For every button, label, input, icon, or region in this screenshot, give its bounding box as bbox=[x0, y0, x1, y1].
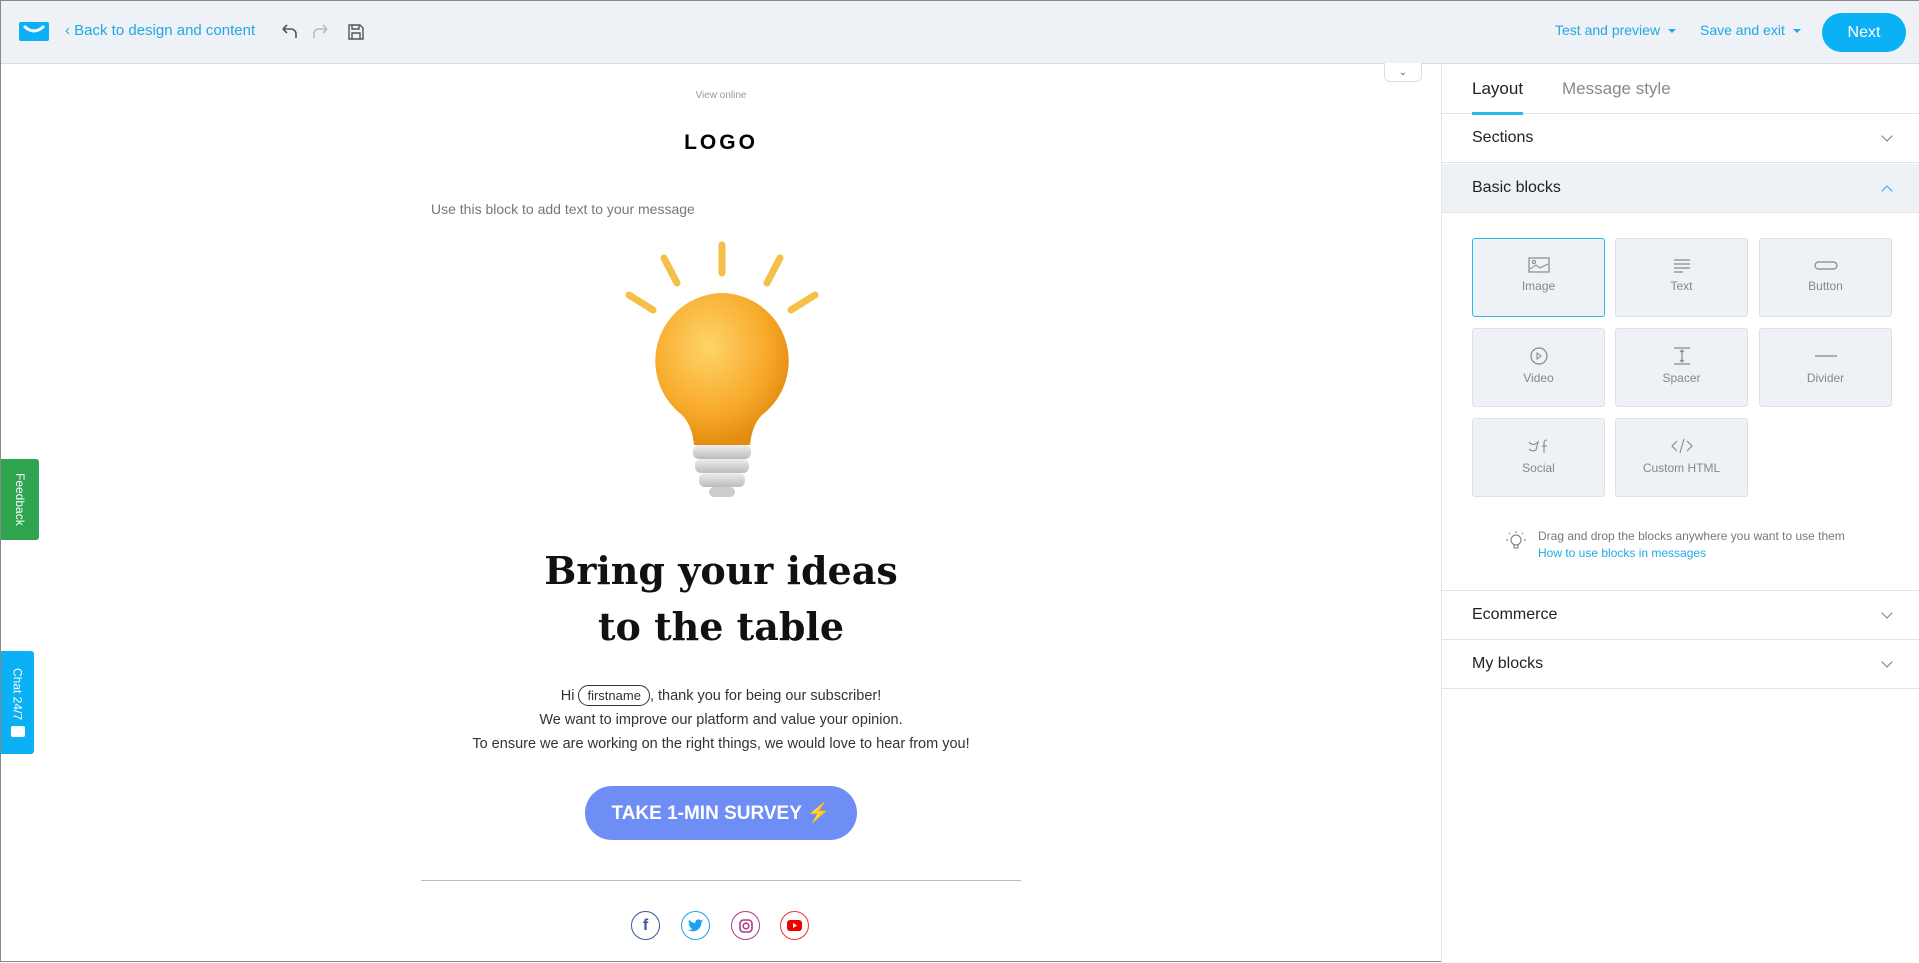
social-icon bbox=[1528, 439, 1547, 453]
block-social[interactable]: Social bbox=[1472, 418, 1605, 497]
block-spacer[interactable]: Spacer bbox=[1615, 328, 1748, 407]
undo-icon[interactable] bbox=[279, 22, 299, 42]
tab-message-style[interactable]: Message style bbox=[1562, 79, 1671, 99]
play-circle-icon bbox=[1529, 347, 1548, 365]
block-divider[interactable]: Divider bbox=[1759, 328, 1892, 407]
tab-layout[interactable]: Layout bbox=[1472, 79, 1524, 115]
blocks-tip: Drag and drop the blocks anywhere you wa… bbox=[1538, 529, 1845, 543]
spacer-icon bbox=[1673, 347, 1690, 365]
divider bbox=[421, 880, 1021, 881]
caret-down-icon bbox=[1792, 29, 1801, 34]
my-blocks-accordion[interactable]: My blocks bbox=[1442, 640, 1919, 689]
lightbulb-tip-icon bbox=[1506, 531, 1526, 549]
chevron-left-icon: ‹ bbox=[65, 22, 75, 39]
chevron-up-icon bbox=[1881, 185, 1893, 197]
body-text[interactable]: Hi firstname, thank you for being our su… bbox=[421, 684, 1021, 756]
instagram-icon[interactable] bbox=[731, 911, 760, 940]
lightbulb-image[interactable] bbox=[611, 233, 831, 503]
chevron-down-icon bbox=[1881, 130, 1893, 142]
block-button[interactable]: Button bbox=[1759, 238, 1892, 317]
blocks-panel: Layout Message style Sections Basic bloc… bbox=[1441, 64, 1919, 963]
chat-tab[interactable]: Chat 24/7 bbox=[1, 651, 34, 754]
feedback-tab[interactable]: Feedback bbox=[1, 459, 39, 540]
text-block-placeholder[interactable]: Use this block to add text to your messa… bbox=[431, 201, 695, 217]
block-image[interactable]: Image bbox=[1472, 238, 1605, 317]
test-preview-menu[interactable]: Test and preview bbox=[1555, 22, 1677, 38]
chevron-down-icon bbox=[1881, 656, 1893, 668]
logo-placeholder[interactable]: LOGO bbox=[621, 131, 821, 155]
view-online-link[interactable]: View online bbox=[621, 90, 821, 101]
next-button[interactable]: Next bbox=[1822, 13, 1906, 52]
top-bar: ‹ Back to design and content Test and pr… bbox=[1, 1, 1919, 64]
button-icon bbox=[1813, 261, 1838, 270]
basic-blocks-accordion[interactable]: Basic blocks bbox=[1442, 164, 1919, 213]
redo-icon[interactable] bbox=[311, 22, 331, 42]
headline[interactable]: Bring your ideas to the table bbox=[471, 543, 971, 655]
caret-down-icon bbox=[1668, 29, 1677, 34]
sections-accordion[interactable]: Sections bbox=[1442, 114, 1919, 163]
how-to-use-blocks-link[interactable]: How to use blocks in messages bbox=[1538, 546, 1706, 560]
youtube-icon[interactable] bbox=[780, 911, 809, 940]
image-icon bbox=[1527, 257, 1550, 273]
collapse-toolbar-button[interactable]: ⌄ bbox=[1384, 63, 1422, 82]
save-icon[interactable] bbox=[347, 23, 365, 41]
chevron-down-icon bbox=[1881, 607, 1893, 619]
block-video[interactable]: Video bbox=[1472, 328, 1605, 407]
divider-icon bbox=[1814, 355, 1837, 357]
block-custom-html[interactable]: Custom HTML bbox=[1615, 418, 1748, 497]
code-icon bbox=[1670, 438, 1693, 454]
block-text[interactable]: Text bbox=[1615, 238, 1748, 317]
ecommerce-accordion[interactable]: Ecommerce bbox=[1442, 590, 1919, 640]
text-lines-icon bbox=[1673, 259, 1690, 273]
chat-bubble-icon bbox=[10, 726, 25, 738]
merge-tag-firstname[interactable]: firstname bbox=[578, 685, 650, 706]
survey-cta-button[interactable]: TAKE 1-MIN SURVEY ⚡ bbox=[585, 786, 857, 840]
back-link[interactable]: ‹ Back to design and content bbox=[65, 22, 255, 39]
twitter-icon[interactable] bbox=[681, 911, 710, 940]
save-exit-menu[interactable]: Save and exit bbox=[1700, 22, 1801, 38]
getresponse-logo[interactable] bbox=[19, 22, 49, 41]
facebook-icon[interactable]: f bbox=[631, 911, 660, 940]
